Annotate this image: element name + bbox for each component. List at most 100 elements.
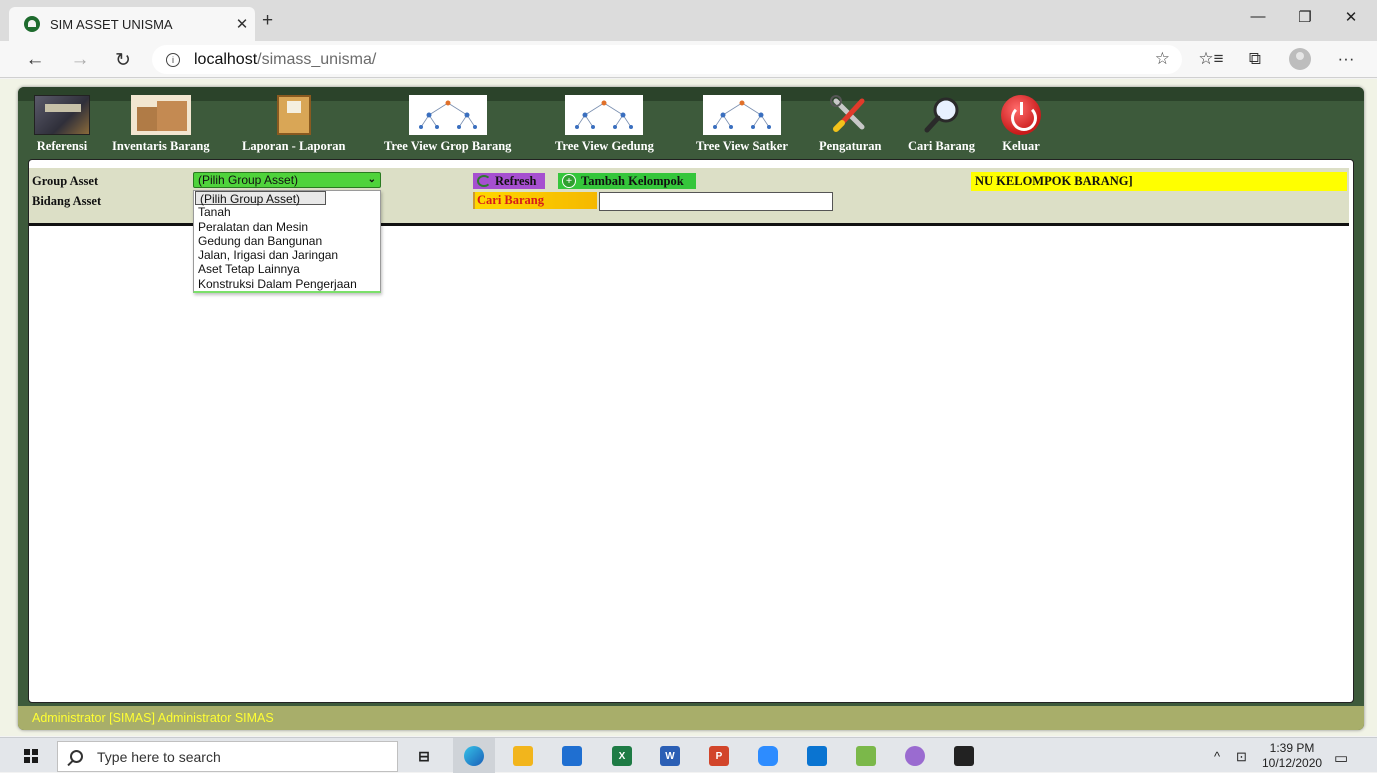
notifications-icon[interactable]: ▭	[1334, 749, 1348, 767]
dropdown-option[interactable]: Peralatan dan Mesin	[194, 220, 380, 234]
clock-date: 10/12/2020	[1262, 756, 1323, 770]
paint-icon[interactable]	[905, 746, 925, 766]
new-tab-icon[interactable]: +	[262, 10, 280, 32]
menu-tree-view-satker[interactable]: Tree View Satker	[696, 95, 788, 154]
tools-icon	[830, 95, 870, 135]
store-icon[interactable]	[562, 746, 582, 766]
menu-label: Referensi	[36, 139, 88, 153]
menu-cari-barang[interactable]: Cari Barang	[908, 95, 975, 154]
notepad-icon[interactable]	[856, 746, 876, 766]
windows-taskbar: Type here to search ⊟ X W P ^ ⊡ 1:39 PM …	[0, 737, 1377, 773]
file-explorer-icon[interactable]	[513, 746, 533, 766]
tambah-kelompok-label: Tambah Kelompok	[581, 173, 684, 188]
app-frame: Referensi Inventaris Barang Laporan - La…	[18, 87, 1364, 730]
bidang-asset-label: Bidang Asset	[32, 194, 102, 208]
profile-avatar-icon[interactable]	[1289, 48, 1311, 70]
dropdown-option[interactable]: Tanah	[194, 205, 380, 219]
maximize-icon[interactable]: ❐	[1285, 8, 1325, 26]
tree-diagram-icon	[565, 95, 644, 135]
cari-barang-input[interactable]	[599, 192, 833, 211]
main-menu: Referensi Inventaris Barang Laporan - La…	[18, 95, 1364, 155]
menu-label: Laporan - Laporan	[242, 139, 346, 153]
powerpoint-icon[interactable]: P	[709, 746, 729, 766]
tree-diagram-icon	[702, 95, 781, 135]
tree-diagram-icon	[408, 95, 487, 135]
tab-close-icon[interactable]: ✕	[229, 15, 255, 33]
mail-icon[interactable]	[807, 746, 827, 766]
cari-barang-button[interactable]: Cari Barang	[473, 192, 597, 209]
tambah-kelompok-button[interactable]: + Tambah Kelompok	[558, 173, 696, 189]
power-icon	[1001, 95, 1041, 135]
file-cabinet-icon	[276, 95, 311, 135]
menu-laporan[interactable]: Laporan - Laporan	[242, 95, 346, 154]
menu-label: Tree View Gedung	[555, 139, 654, 153]
refresh-icon[interactable]: ↻	[110, 49, 136, 72]
browser-tab-bar: SIM ASSET UNISMA ✕ + — ❐ ✕	[0, 0, 1377, 41]
menu-tree-view-gedung[interactable]: Tree View Gedung	[555, 95, 654, 154]
status-footer: Administrator [SIMAS] Administrator SIMA…	[18, 706, 1364, 730]
forward-icon[interactable]: →	[67, 49, 93, 71]
magnifier-icon	[922, 95, 962, 135]
menu-label: Cari Barang	[908, 139, 976, 153]
menu-label: Keluar	[1002, 139, 1040, 153]
dropdown-option[interactable]: Jalan, Irigasi dan Jaringan	[194, 248, 380, 262]
page-viewport: Referensi Inventaris Barang Laporan - La…	[0, 79, 1377, 736]
favorite-star-icon[interactable]: ☆	[1155, 49, 1170, 69]
group-asset-select[interactable]: (Pilih Group Asset) ⌄	[193, 172, 381, 188]
refresh-button-label: Refresh	[495, 173, 537, 188]
browser-tab[interactable]: SIM ASSET UNISMA ✕	[9, 7, 255, 41]
taskbar-search-placeholder: Type here to search	[97, 748, 221, 765]
word-icon[interactable]: W	[660, 746, 680, 766]
search-icon	[70, 750, 83, 763]
menu-label: Tree View Grop Barang	[384, 139, 512, 153]
more-menu-icon[interactable]: ···	[1333, 49, 1359, 69]
plus-icon: +	[562, 174, 576, 188]
url-host: localhost	[194, 50, 258, 68]
group-asset-selected-value: (Pilih Group Asset)	[198, 173, 299, 187]
menu-tree-view-grop-barang[interactable]: Tree View Grop Barang	[384, 95, 511, 154]
clock-time: 1:39 PM	[1269, 741, 1315, 755]
dropdown-option[interactable]: Konstruksi Dalam Pengerjaan	[194, 277, 380, 291]
site-info-icon[interactable]: i	[166, 52, 180, 67]
menu-pengaturan[interactable]: Pengaturan	[819, 95, 882, 154]
window-close-icon[interactable]: ✕	[1331, 8, 1371, 26]
menu-label: Tree View Satker	[696, 139, 788, 153]
refresh-button[interactable]: Refresh	[473, 173, 545, 189]
content-panel: Group Asset Bidang Asset (Pilih Group As…	[28, 159, 1354, 703]
group-asset-dropdown: (Pilih Group Asset) Tanah Peralatan dan …	[193, 190, 381, 294]
banner-text: NU KELOMPOK BARANG]	[975, 174, 1133, 188]
menu-inventaris-barang[interactable]: Inventaris Barang	[112, 95, 210, 154]
task-view-icon[interactable]: ⊟	[414, 746, 434, 766]
dropdown-option[interactable]: (Pilih Group Asset)	[195, 191, 326, 206]
menu-keluar[interactable]: Keluar	[1001, 95, 1041, 154]
address-bar-row: ← → ↻ i localhost/simass_unisma/ ☆ ☆≡ ⧉ …	[0, 41, 1377, 78]
taskbar-search-input[interactable]: Type here to search	[57, 741, 398, 772]
menu-label: Inventaris Barang	[112, 139, 210, 153]
tab-title: SIM ASSET UNISMA	[50, 16, 173, 32]
dropdown-option[interactable]: Aset Tetap Lainnya	[194, 262, 380, 276]
network-icon[interactable]: ⊡	[1236, 749, 1247, 765]
dropdown-option[interactable]: Gedung dan Bangunan	[194, 234, 380, 248]
favorites-list-icon[interactable]: ☆≡	[1198, 49, 1224, 69]
logged-in-user: Administrator [SIMAS] Administrator SIMA…	[32, 711, 274, 725]
chevron-down-icon: ⌄	[367, 174, 376, 185]
inventory-management-icon	[34, 95, 90, 135]
menu-referensi[interactable]: Referensi	[34, 95, 90, 154]
url-path: /simass_unisma/	[257, 50, 377, 68]
back-icon[interactable]: ←	[22, 49, 48, 71]
minimize-icon[interactable]: —	[1238, 8, 1278, 25]
collections-icon[interactable]: ⧉	[1242, 49, 1268, 69]
excel-icon[interactable]: X	[612, 746, 632, 766]
url-field[interactable]: i localhost/simass_unisma/ ☆	[152, 45, 1182, 74]
windows-start-icon[interactable]	[24, 749, 38, 763]
edge-browser-icon[interactable]	[464, 746, 484, 766]
site-favicon-icon	[24, 16, 40, 32]
menu-kelompok-banner: NU KELOMPOK BARANG]	[971, 172, 1347, 191]
cari-barang-label: Cari Barang	[477, 193, 545, 207]
zoom-icon[interactable]	[758, 746, 778, 766]
tray-chevron-icon[interactable]: ^	[1214, 749, 1220, 764]
refresh-arrow-icon	[477, 175, 491, 187]
terminal-icon[interactable]	[954, 746, 974, 766]
taskbar-clock[interactable]: 1:39 PM 10/12/2020	[1262, 741, 1322, 771]
boxes-icon	[130, 95, 191, 135]
